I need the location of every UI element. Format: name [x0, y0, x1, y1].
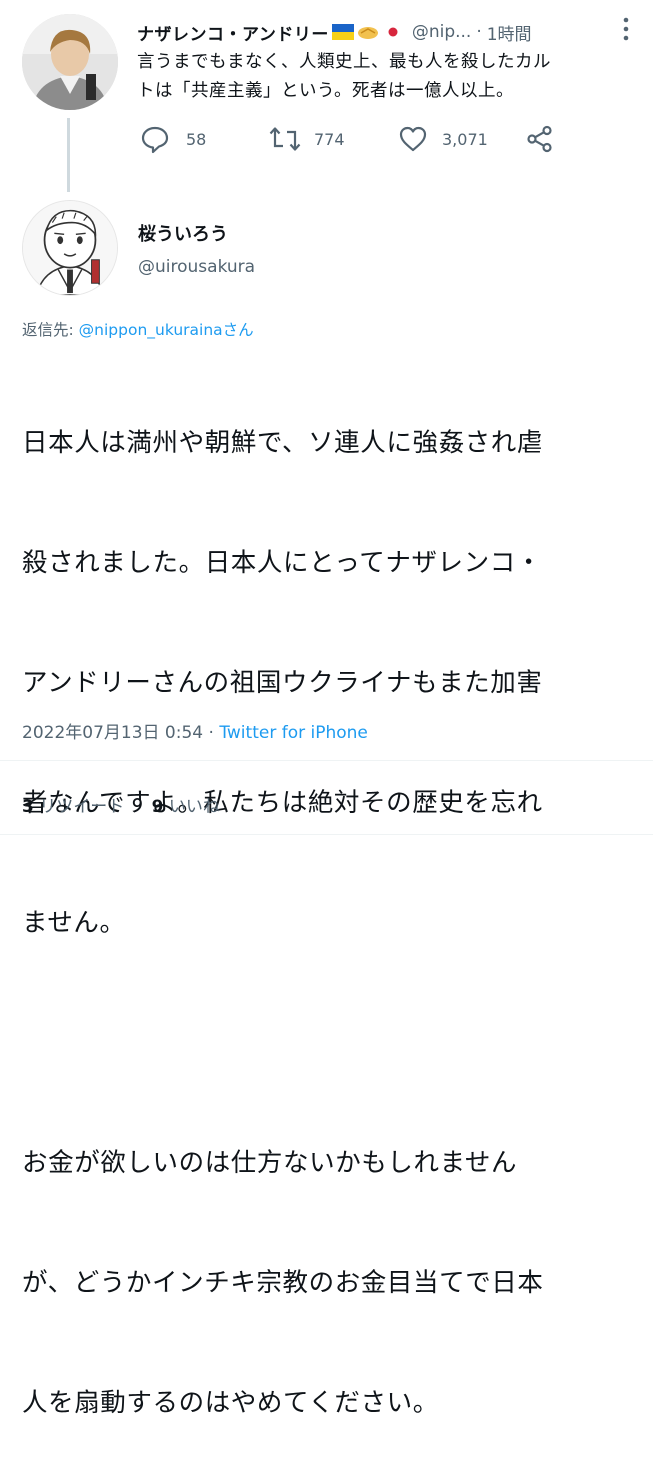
- replying-to: 返信先: @nippon_ukurainaさん: [22, 318, 254, 340]
- original-handle[interactable]: @nip...: [412, 22, 472, 42]
- original-time[interactable]: 1時間: [487, 20, 532, 45]
- replying-to-label: 返信先:: [22, 321, 79, 339]
- retweet-label: リツイート: [39, 797, 125, 817]
- reply-text-line: が、どうかインチキ宗教のお金目当てで日本: [22, 1268, 544, 1298]
- more-options-button[interactable]: [611, 11, 641, 47]
- vertical-dots-icon: [623, 17, 629, 41]
- like-label: いいね: [168, 797, 220, 817]
- reply-author-avatar[interactable]: [22, 200, 118, 296]
- share-icon: [527, 125, 552, 153]
- share-action[interactable]: [525, 124, 555, 154]
- tweet-timestamp[interactable]: 2022年07月13日 0:54: [22, 723, 203, 743]
- original-author-avatar[interactable]: [22, 14, 118, 110]
- tweet-source[interactable]: Twitter for iPhone: [219, 723, 368, 743]
- like-count: 3,071: [442, 129, 488, 149]
- original-tweet-text: 言うまでもまなく、人類史上、最も人を殺したカル トは「共産主義」という。死者は一…: [137, 48, 637, 106]
- reply-tweet-text: 日本人は満州や朝鮮で、ソ連人に強姦され虐 殺されました。日本人にとってナザレンコ…: [22, 343, 642, 1463]
- divider: [0, 760, 653, 761]
- original-display-name[interactable]: ナザレンコ・アンドリー: [137, 20, 329, 45]
- japan-flag-icon: [381, 24, 404, 40]
- handshake-icon: [357, 23, 379, 41]
- engagement-counts: 3 リツイート 9 いいね: [22, 792, 220, 817]
- meta-separator: ·: [203, 723, 220, 743]
- retweet-total: 3: [22, 797, 34, 817]
- retweets-stat[interactable]: 3 リツイート: [22, 797, 124, 817]
- retweet-icon: [269, 127, 301, 151]
- like-total: 9: [151, 797, 164, 817]
- like-action[interactable]: 3,071: [398, 124, 488, 154]
- reply-display-name[interactable]: 桜ういろう: [138, 220, 228, 246]
- thread-connector-line: [67, 118, 70, 192]
- reply-action[interactable]: 58: [140, 124, 206, 154]
- retweet-count: 774: [314, 129, 345, 149]
- retweet-action[interactable]: 774: [268, 124, 345, 154]
- reply-count: 58: [186, 129, 207, 149]
- reply-text-line: 日本人は満州や朝鮮で、ソ連人に強姦され虐: [22, 428, 543, 458]
- ukraine-flag-icon: [331, 24, 354, 40]
- reply-text-line: 人を扇動するのはやめてください。: [22, 1388, 439, 1418]
- tweet-meta: 2022年07月13日 0:54 · Twitter for iPhone: [22, 718, 368, 743]
- avatar-illustration: [23, 201, 117, 295]
- reply-text-line: 殺されました。日本人にとってナザレンコ・: [22, 548, 542, 578]
- replying-to-link[interactable]: @nippon_ukurainaさん: [79, 321, 254, 339]
- original-text-line: トは「共産主義」という。死者は一億人以上。: [137, 81, 514, 101]
- avatar-photo: [22, 14, 118, 110]
- original-text-line: 言うまでもまなく、人類史上、最も人を殺したカル: [137, 52, 551, 72]
- reply-text-line: アンドリーさんの祖国ウクライナもまた加害: [22, 668, 543, 698]
- reply-handle[interactable]: @uirousakura: [138, 257, 255, 277]
- divider: [0, 834, 653, 835]
- header-separator: ·: [476, 22, 482, 42]
- heart-icon: [399, 126, 427, 152]
- likes-stat[interactable]: 9 いいね: [152, 797, 220, 817]
- reply-text-line: ません。: [22, 908, 126, 938]
- reply-text-line: お金が欲しいのは仕方ないかもしれません: [22, 1148, 518, 1178]
- original-tweet-header: ナザレンコ・アンドリー @nip... · 1時間: [137, 19, 637, 45]
- reply-icon: [141, 126, 169, 154]
